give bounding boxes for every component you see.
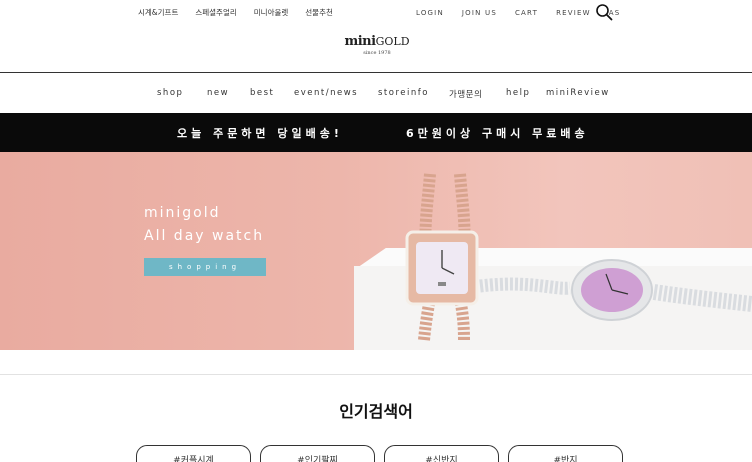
notice-same-day: 오늘 주문하면 당일배송! <box>177 127 343 140</box>
cart-link[interactable]: CART <box>515 9 538 17</box>
search-chip-popular-bracelet[interactable]: #인기팔찌 <box>260 445 375 462</box>
nav-new[interactable]: new <box>207 88 229 98</box>
rose-gold-watch <box>405 173 479 341</box>
util-link-special-jewelry[interactable]: 스페셜주얼리 <box>195 7 236 18</box>
utility-nav-left: 시계&기프트 스페셜주얼리 미니아울렛 선물추천 <box>138 7 333 18</box>
silver-watch <box>479 259 752 321</box>
logo-since: since 1978 <box>363 50 391 56</box>
shipping-notice-bar: 오늘 주문하면 당일배송! 6만원이상 구매시 무료배송 <box>0 113 752 152</box>
main-nav: shop new best event/news storeinfo 가맹문의 … <box>0 88 752 102</box>
search-chip-ring[interactable]: #반지 <box>508 445 623 462</box>
util-link-gift-recommend[interactable]: 선물추천 <box>305 7 333 18</box>
hero-shopping-button[interactable]: shopping <box>144 258 266 276</box>
logo-brand-main: mini <box>344 34 376 49</box>
section-divider <box>0 374 752 375</box>
login-link[interactable]: LOGIN <box>416 9 444 17</box>
nav-event-news[interactable]: event/news <box>294 88 358 98</box>
utility-nav-right: LOGIN JOIN US CART REVIEW AS <box>416 9 620 17</box>
util-link-mini-outlet[interactable]: 미니아울렛 <box>254 7 289 18</box>
join-link[interactable]: JOIN US <box>462 9 497 17</box>
nav-best[interactable]: best <box>250 88 274 98</box>
nav-mini-review[interactable]: miniReview <box>546 88 610 98</box>
header-divider <box>0 72 752 73</box>
hero-banner[interactable]: minigold All day watch shopping <box>0 152 752 350</box>
utility-bar: 시계&기프트 스페셜주얼리 미니아울렛 선물추천 LOGIN JOIN US C… <box>0 0 752 26</box>
nav-shop[interactable]: shop <box>157 88 183 98</box>
site-logo[interactable]: miniGOLD since 1978 <box>340 35 414 59</box>
logo-brand-sub: GOLD <box>375 35 410 48</box>
search-icon[interactable] <box>595 3 613 21</box>
watch-product-image <box>405 173 752 341</box>
search-chip-couple-watch[interactable]: #커플시계 <box>136 445 251 462</box>
popular-search-title: 인기검색어 <box>339 402 413 421</box>
nav-storeinfo[interactable]: storeinfo <box>378 88 429 98</box>
nav-help[interactable]: help <box>506 88 530 98</box>
review-link[interactable]: REVIEW <box>556 9 591 17</box>
util-link-watch-gift[interactable]: 시계&기프트 <box>138 7 178 18</box>
nav-franchise[interactable]: 가맹문의 <box>449 88 482 100</box>
notice-free-shipping: 6만원이상 구매시 무료배송 <box>406 127 589 140</box>
popular-search-chips: #커플시계 #인기팔찌 #신반지 #반지 <box>136 445 623 462</box>
hero-title-tagline: All day watch <box>144 228 265 244</box>
hero-title-brand: minigold <box>144 205 221 221</box>
search-chip-new-ring[interactable]: #신반지 <box>384 445 499 462</box>
